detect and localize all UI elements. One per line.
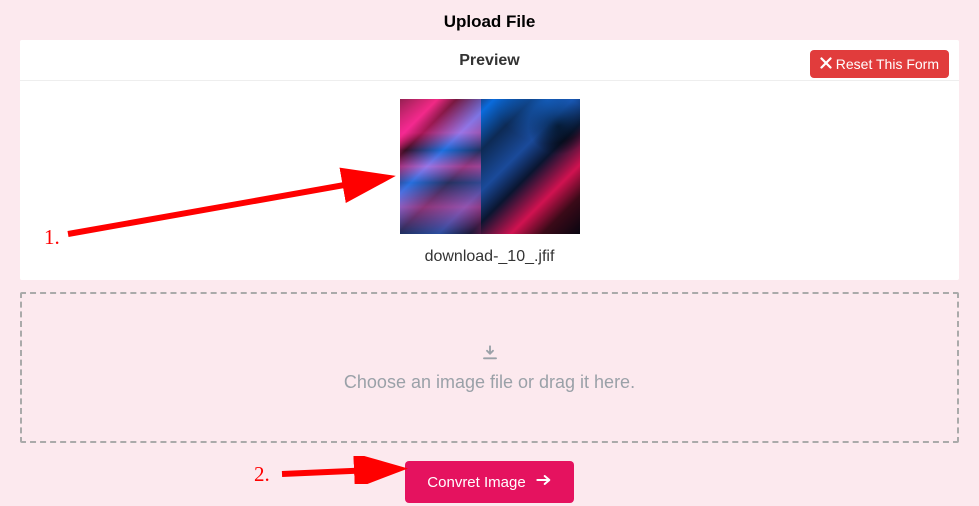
preview-body: download-_10_.jfif bbox=[20, 81, 959, 280]
dropzone-text: Choose an image file or drag it here. bbox=[22, 372, 957, 393]
file-dropzone[interactable]: Choose an image file or drag it here. bbox=[20, 292, 959, 443]
close-icon bbox=[820, 56, 832, 72]
convert-row: Convret Image bbox=[20, 461, 959, 503]
download-icon bbox=[481, 344, 499, 362]
arrow-right-icon bbox=[536, 473, 552, 491]
reset-form-button[interactable]: Reset This Form bbox=[810, 50, 949, 78]
preview-header: Preview Reset This Form bbox=[20, 40, 959, 81]
convert-image-button[interactable]: Convret Image bbox=[405, 461, 573, 503]
preview-panel: Preview Reset This Form download-_10_.jf… bbox=[20, 40, 959, 280]
preview-thumbnail[interactable] bbox=[400, 99, 580, 234]
convert-image-label: Convret Image bbox=[427, 474, 525, 491]
page-title: Upload File bbox=[20, 0, 959, 40]
reset-form-label: Reset This Form bbox=[836, 56, 939, 72]
preview-filename: download-_10_.jfif bbox=[20, 248, 959, 266]
